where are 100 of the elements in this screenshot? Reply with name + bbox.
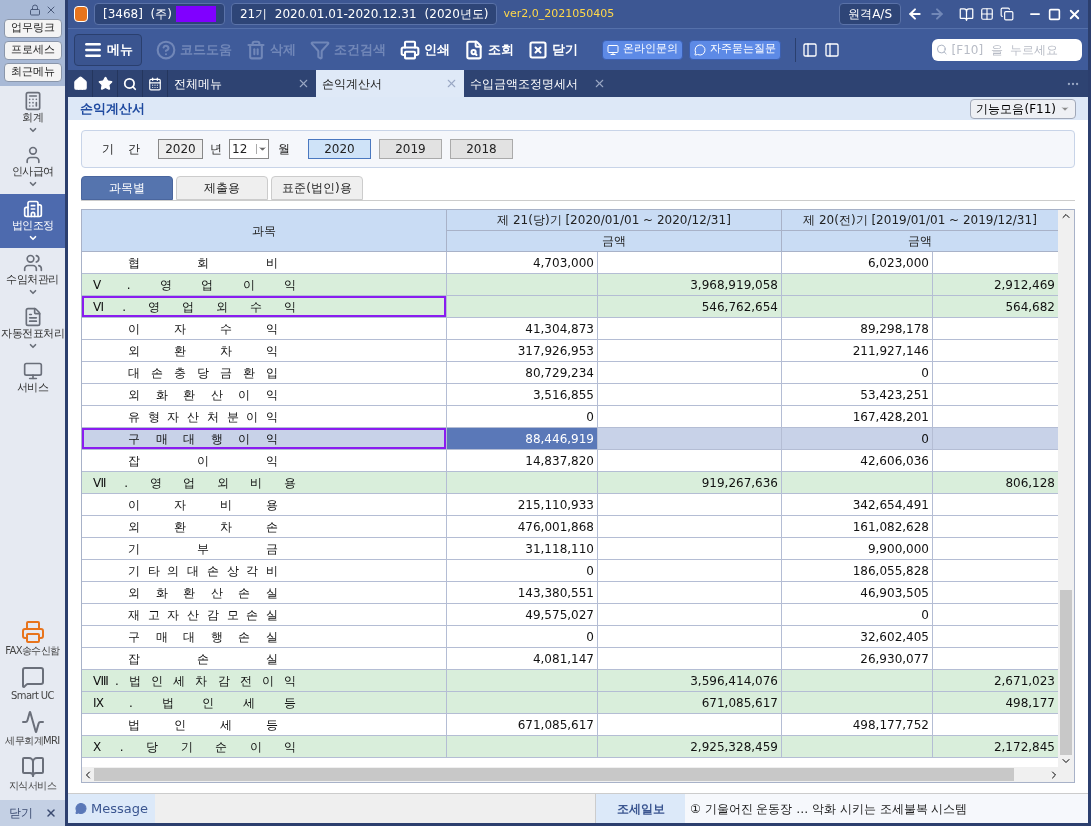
search-field[interactable]: [F10] 을 누르세요 — [932, 38, 1082, 61]
tool-label[interactable]: 세무회계MRI — [5, 734, 60, 747]
expand-caret-icon[interactable] — [27, 287, 38, 297]
table-row[interactable]: 외 화 환 산 손 실 143,380,551 46,903,505 — [82, 582, 1058, 604]
table-row[interactable]: 법 인 세 등 671,085,617 498,177,752 — [82, 714, 1058, 736]
toolbar-button[interactable]: 인쇄 — [400, 39, 450, 60]
amount-cell: 317,926,953 — [447, 340, 598, 361]
expand-caret-icon[interactable] — [27, 125, 38, 135]
close-label[interactable]: 닫기 — [8, 804, 33, 822]
message-tab[interactable]: Message — [68, 794, 155, 823]
table-row[interactable]: 잡 손 실 4,081,147 26,930,077 — [82, 648, 1058, 670]
pulse-chart-icon[interactable] — [20, 710, 45, 734]
table-row[interactable]: Ⅶ. 영 업 외 비 용 919,267,636 806,128 — [82, 472, 1058, 494]
month-select[interactable]: 12 — [229, 139, 269, 159]
expand-caret-icon[interactable] — [27, 179, 38, 189]
view-tab[interactable]: 과목별 — [81, 176, 173, 200]
lock-icon[interactable] — [29, 4, 41, 16]
year-button[interactable]: 2018 — [450, 139, 513, 159]
document-tab[interactable]: 전체메뉴 — [168, 70, 316, 97]
year-button[interactable]: 2019 — [379, 139, 442, 159]
news-source-tab[interactable]: 조세일보 — [595, 794, 685, 823]
maximize-icon[interactable] — [1048, 7, 1061, 21]
home-icon[interactable] — [72, 76, 88, 91]
table-row[interactable]: 구 매 대 행 이 익 88,446,919 0 — [82, 428, 1058, 450]
table-row[interactable]: 협 회 비 4,703,000 6,023,000 — [82, 252, 1058, 274]
horizontal-scrollbar[interactable] — [82, 767, 1074, 782]
account-label: 법 인 세 등 — [128, 716, 278, 734]
module-item[interactable]: 서비스 — [0, 356, 65, 410]
star-icon[interactable] — [97, 76, 113, 91]
module-item[interactable]: 인사급여 — [0, 140, 65, 194]
table-row[interactable]: 잡 이 익 14,837,820 42,606,036 — [82, 450, 1058, 472]
toolbar-button[interactable]: 닫기 — [528, 39, 578, 60]
module-item[interactable]: 자동전표처리 — [0, 302, 65, 356]
close-icon[interactable] — [593, 77, 606, 90]
table-row[interactable]: Ⅵ. 영 업 외 수 익 546,762,654 564,682 — [82, 296, 1058, 318]
table-row[interactable]: 기 부 금 31,118,110 9,900,000 — [82, 538, 1058, 560]
close-icon[interactable] — [45, 4, 57, 16]
fax-machine-icon[interactable] — [20, 620, 45, 644]
news-ticker[interactable]: ① 기울어진 운동장 … 악화 시키는 조세불복 시스템 — [685, 794, 1088, 823]
book-icon[interactable] — [959, 6, 974, 22]
period-field[interactable]: 21기 2020.01.01-2020.12.31 (2020년도) — [230, 3, 498, 25]
module-item[interactable]: 법인조정 — [0, 194, 65, 248]
fiscal-year: (2020년도) — [424, 6, 489, 23]
toolbar-button[interactable]: 조회 — [464, 39, 514, 60]
table-row[interactable]: 구 매 대 행 손 실 0 32,602,405 — [82, 626, 1058, 648]
table-row[interactable]: Ⅷ. 법 인 세 차 감 전 이 익 3,596,414,076 2,671,023 — [82, 670, 1058, 692]
period-label: 기 간 — [102, 141, 140, 158]
book-icon[interactable] — [20, 755, 45, 779]
expand-caret-icon[interactable] — [27, 341, 38, 351]
table-row[interactable]: 이 자 수 익 41,304,873 89,298,178 — [82, 318, 1058, 340]
module-item[interactable]: 회계 — [0, 86, 65, 140]
remote-support-button[interactable]: 원격A/S — [839, 3, 901, 25]
company-field[interactable]: [3468] (주) — [94, 3, 225, 25]
amount-cell: 31,118,110 — [447, 538, 598, 559]
expand-caret-icon[interactable] — [27, 233, 38, 243]
close-icon[interactable] — [297, 77, 310, 90]
amount-cell: 14,837,820 — [447, 450, 598, 471]
menu-button[interactable]: 메뉴 — [74, 33, 142, 66]
layout-icon[interactable] — [824, 41, 840, 58]
chat-bubble-icon[interactable] — [20, 665, 45, 689]
module-item[interactable]: 수임처관리 — [0, 248, 65, 302]
sidebar-link-button[interactable]: 업무링크 — [3, 19, 62, 38]
calendar-icon[interactable] — [148, 76, 162, 91]
sidebar-link-button[interactable]: 프로세스 — [3, 41, 62, 60]
year-field[interactable]: 2020 — [158, 139, 203, 159]
layout-icon[interactable] — [802, 41, 818, 58]
table-row[interactable]: 유 형 자 산 처 분 이 익 0 167,428,201 — [82, 406, 1058, 428]
document-tab[interactable]: 수입금액조정명세서 — [464, 70, 612, 97]
view-tab[interactable]: 표준(법인)용 — [271, 176, 363, 200]
document-tab[interactable]: 손익계산서 — [316, 70, 464, 97]
year-button[interactable]: 2020 — [308, 139, 371, 159]
table-row[interactable]: 재 고 자 산 감 모 손 실 49,575,027 0 — [82, 604, 1058, 626]
vertical-scrollbar[interactable] — [1058, 210, 1074, 767]
question-icon — [156, 39, 176, 60]
table-row[interactable]: Ⅹ. 당 기 순 이 익 2,925,328,459 2,172,845 — [82, 736, 1058, 758]
close-icon[interactable] — [44, 807, 57, 819]
table-row[interactable]: Ⅴ. 영 업 이 익 3,968,919,058 2,912,469 — [82, 274, 1058, 296]
account-label: Ⅹ. 당 기 순 이 익 — [93, 738, 296, 756]
sidebar-link-button[interactable]: 최근메뉴 — [3, 63, 62, 82]
table-row[interactable]: 외 환 차 익 317,926,953 211,927,146 — [82, 340, 1058, 362]
view-tab[interactable]: 제출용 — [176, 176, 268, 200]
sidebar-close-bar[interactable]: 닫기 — [0, 800, 65, 826]
table-row[interactable]: Ⅸ. 법 인 세 등 671,085,617 498,177 — [82, 692, 1058, 714]
table-row[interactable]: 기 타 의 대 손 상 각 비 0 186,055,828 — [82, 560, 1058, 582]
scroll-thumb[interactable] — [1060, 590, 1072, 755]
tool-label[interactable]: Smart UC — [11, 689, 54, 702]
tool-label[interactable]: FAX송수신함 — [5, 644, 60, 657]
scroll-thumb[interactable] — [94, 768, 1014, 781]
search-icon[interactable] — [123, 76, 137, 91]
table-row[interactable]: 이 자 비 용 215,110,933 342,654,491 — [82, 494, 1058, 516]
function-menu-button[interactable]: 기능모음(F11) — [970, 98, 1076, 119]
table-row[interactable]: 대 손 충 당 금 환 입 80,729,234 0 — [82, 362, 1058, 384]
account-label: Ⅶ. 영 업 외 비 용 — [93, 474, 296, 492]
table-row[interactable]: 외 화 환 산 이 익 3,516,855 53,423,251 — [82, 384, 1058, 406]
windows-icon[interactable] — [1000, 7, 1014, 21]
table-row[interactable]: 외 환 차 손 476,001,868 161,082,628 — [82, 516, 1058, 538]
printer-icon — [400, 39, 420, 60]
tool-label[interactable]: 지식서비스 — [9, 779, 56, 792]
grid-icon[interactable] — [980, 7, 994, 21]
amount-cell: 167,428,201 — [782, 406, 933, 427]
